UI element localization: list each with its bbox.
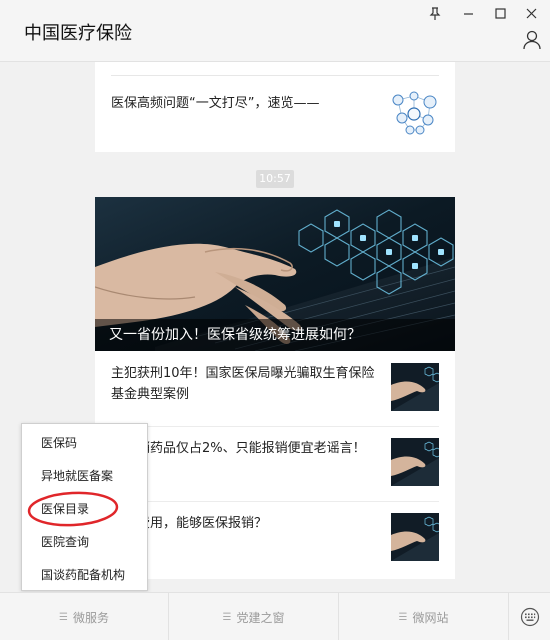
card-divider <box>111 75 439 76</box>
news-item-thumbnail[interactable] <box>391 513 442 561</box>
news-card[interactable]: 又一省份加入！医保省级统筹进展如何？ 主犯获刑10年！国家医保局曝光骗取生育保险… <box>95 197 455 579</box>
news-item-thumbnail[interactable] <box>391 438 442 486</box>
maximize-icon[interactable] <box>489 4 511 22</box>
tab-party-window[interactable]: ☰ 党建之窗 <box>168 593 338 640</box>
news-item-thumbnail[interactable] <box>391 363 442 411</box>
tab-label: 党建之窗 <box>236 610 285 625</box>
hero-caption[interactable]: 又一省份加入！医保省级统筹进展如何？ <box>95 319 455 351</box>
news-item[interactable]: 主犯获刑10年！国家医保局曝光骗取生育保险基金典型案例 <box>95 351 455 426</box>
hero-image[interactable]: 又一省份加入！医保省级统筹进展如何？ <box>95 197 455 351</box>
news-item-title[interactable]: 主犯获刑10年！国家医保局曝光骗取生育保险基金典型案例 <box>111 363 381 405</box>
menu-lines-icon: ☰ <box>222 611 232 623</box>
article-title[interactable]: 医保高频问题“一文打尽”，速览—— <box>111 92 319 111</box>
keyboard-icon[interactable] <box>508 593 550 640</box>
title-bar: 中国医疗保险 <box>0 0 550 62</box>
menu-lines-icon: ☰ <box>398 611 408 623</box>
timestamp: 10:57 <box>256 170 294 188</box>
article-card[interactable]: 医保高频问题“一文打尽”，速览—— <box>95 62 455 152</box>
menu-lines-icon: ☰ <box>59 611 68 623</box>
window-title: 中国医疗保险 <box>24 23 132 44</box>
menu-item-hospital-search[interactable]: 医院查询 <box>22 526 147 559</box>
tab-label: 微网站 <box>412 610 449 625</box>
menu-item-remote-filing[interactable]: 异地就医备案 <box>22 460 147 493</box>
tab-micro-site[interactable]: ☰ 微网站 <box>338 593 508 640</box>
news-item-title[interactable]: 医疗费用，能够医保报销？ <box>111 513 381 534</box>
network-thumbnail[interactable] <box>388 88 440 138</box>
news-item[interactable]: 打报销药品仅占2%、只能报销便宜老谣言！ <box>95 426 455 501</box>
news-item-title[interactable]: 打报销药品仅占2%、只能报销便宜老谣言！ <box>111 438 381 459</box>
pin-icon[interactable] <box>424 4 446 22</box>
menu-item-drug-institutions[interactable]: 国谈药配备机构 <box>22 559 147 592</box>
highlight-circle <box>27 491 119 527</box>
close-icon[interactable] <box>520 4 542 22</box>
menu-item-medical-code[interactable]: 医保码 <box>22 427 147 460</box>
bottom-menu-bar: ☰ 微服务 ☰ 党建之窗 ☰ 微网站 <box>0 592 550 640</box>
tab-micro-service[interactable]: ☰ 微服务 <box>0 593 168 640</box>
news-item[interactable]: 医疗费用，能够医保报销？ <box>95 501 455 576</box>
tab-label: 微服务 <box>72 610 109 625</box>
minimize-icon[interactable] <box>457 4 479 22</box>
profile-icon[interactable] <box>522 30 542 50</box>
